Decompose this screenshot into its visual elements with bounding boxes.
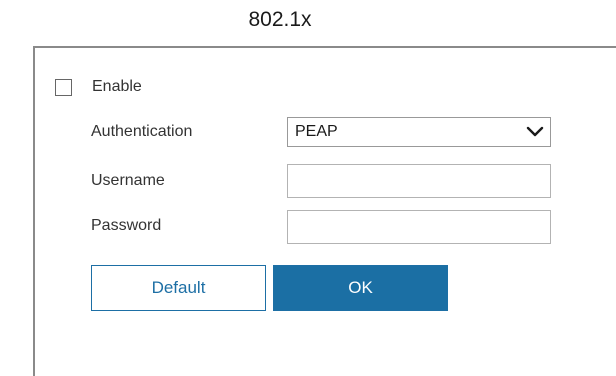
dialog-title: 802.1x (248, 8, 312, 31)
enable-checkbox[interactable] (55, 78, 72, 96)
chevron-down-icon (526, 126, 544, 137)
password-input[interactable] (287, 210, 551, 244)
default-button[interactable]: Default (91, 265, 266, 311)
enable-row: Enable (55, 78, 142, 96)
authentication-label: Authentication (91, 123, 193, 140)
enable-label: Enable (92, 78, 142, 95)
authentication-select-value: PEAP (295, 123, 338, 140)
password-label: Password (91, 217, 162, 234)
authentication-select[interactable]: PEAP (287, 117, 551, 147)
username-input[interactable] (287, 164, 551, 198)
username-label: Username (91, 172, 165, 189)
ok-button[interactable]: OK (273, 265, 448, 311)
